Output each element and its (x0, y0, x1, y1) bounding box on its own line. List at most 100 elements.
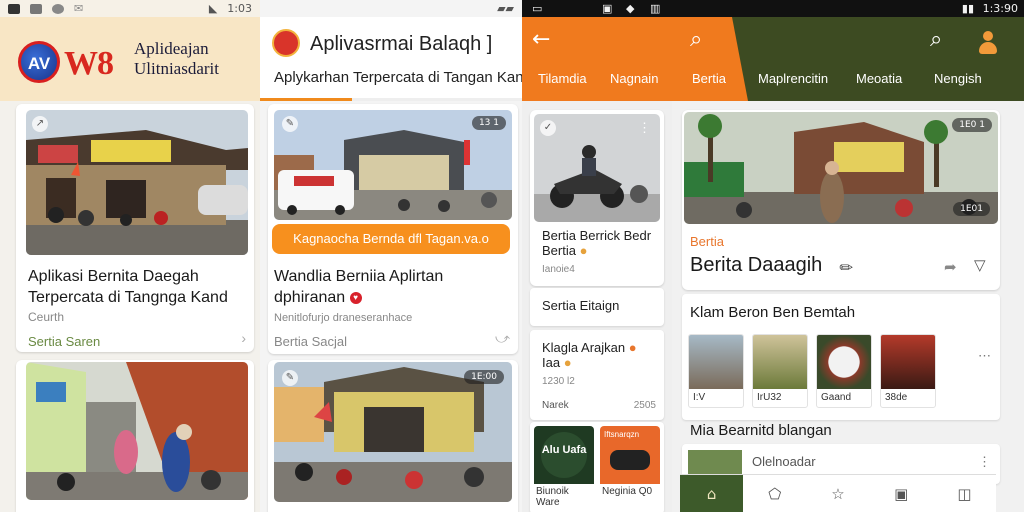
item3-title: Klagla Arajkan (542, 340, 626, 355)
more-options-icon[interactable]: ⋯ (978, 348, 992, 364)
promo-button[interactable]: Kagnaocha Bernda dfl Tagan.va.o (272, 224, 510, 254)
tile-1-caption: Biunoik Ware (536, 486, 569, 508)
status-bar-3: ▭ ▣ ◆ ▥ ▮▮ 1:3:90 (522, 0, 1024, 17)
app-header-2: Aplivasrmai Balaqh ] Aplykarhan Terperca… (260, 17, 522, 101)
app-logo[interactable]: AV W8 (8, 31, 126, 87)
more-options-icon[interactable]: ⋮ (638, 120, 652, 136)
tile-1[interactable]: Alu Uafa Biunoik Ware (534, 426, 594, 510)
heart-icon[interactable]: ♥ (349, 291, 362, 304)
featured-card[interactable]: ✎ 13 1 Kagnaocha Bernda dfl Tagan.va.o W… (268, 104, 518, 354)
news-thumbnail-2[interactable] (26, 362, 248, 500)
app-title-2: Aplivasrmai Balaqh ] (310, 33, 493, 55)
grid-item-1[interactable]: I:V (688, 334, 744, 408)
grid-item-4[interactable]: 38de (880, 334, 936, 408)
app-icon: ✉ (74, 2, 84, 15)
article-headline[interactable]: Berita Daaagih (690, 254, 822, 277)
news-card-3[interactable]: ✎ 1E:00 (268, 360, 518, 512)
list-card-1[interactable]: ✓ ⋮ Bertia Berrick Bedr Bertia ● Ianoie4 (530, 110, 664, 286)
logo-monogram: AV (27, 54, 51, 73)
share-icon[interactable]: ⤻ (495, 330, 510, 347)
check-icon[interactable]: ✓ (540, 120, 556, 136)
tile-2-object (610, 450, 650, 470)
chevron-down-icon[interactable]: ▽ (974, 256, 986, 274)
tile-2[interactable]: Iftsnarqzn Neginia Q0 (600, 426, 660, 510)
app-title-line2: Ulitniasdarit (134, 59, 219, 78)
featured-thumbnail[interactable]: ✎ 13 1 (274, 110, 512, 220)
list-item-meta-3: 1230 l2 (542, 376, 575, 387)
gallery-icon (30, 3, 42, 14)
list-card-3[interactable]: Klagla Arajkan ● Iaa ● 1230 l2 Narek 250… (530, 330, 664, 420)
headline-line1: Wandlia Berniia Aplirtan (274, 268, 444, 285)
app-logo-2[interactable] (272, 29, 300, 57)
tab-nengish[interactable]: Nengish (934, 71, 982, 86)
search-icon[interactable]: ⌕ (690, 27, 702, 52)
status-bar-2: ▰▰ (260, 0, 522, 17)
section-title: Klam Beron Ben Bemtah (690, 304, 856, 321)
gallery-icon-2: ▣ (602, 2, 613, 15)
motorbike-thumbnail[interactable]: ✓ ⋮ (534, 114, 660, 222)
share-icon[interactable]: ➦ (944, 258, 957, 276)
list-card-2[interactable]: Sertia Eitaign (530, 288, 664, 326)
pencil-icon[interactable]: ✎ (835, 256, 859, 280)
nav-orange-bg (522, 17, 748, 101)
profile-icon[interactable] (978, 31, 998, 55)
article-card[interactable]: 1E0 1 1E01 Bertia Berita Daaagih ✎ ➦ ▽ (682, 110, 1000, 290)
tab-meoatia[interactable]: Meoatia (856, 71, 902, 86)
news-category[interactable]: Sertia Saren (28, 334, 100, 349)
tile-row: Alu Uafa Biunoik Ware Iftsnarqzn Neginia… (530, 422, 664, 512)
nav-home-icon[interactable]: ⌂ (680, 475, 744, 512)
nav-profile-icon[interactable]: ◫ (933, 475, 996, 512)
screen: ✉ ◣ 1:03 AV W8 Aplideajan Ulitniasdarit (0, 0, 1024, 512)
grid-item-3[interactable]: Gaand (816, 334, 872, 408)
grid-item-2[interactable]: IrU32 (752, 334, 808, 408)
list-item-title[interactable]: Bertia Berrick Bedr Bertia ● (542, 228, 662, 258)
app-header: AV W8 Aplideajan Ulitniasdarit (0, 17, 260, 101)
item-title-line1: Bertia Berrick Bedr (542, 228, 652, 243)
app-panel-2: ▰▰ Aplivasrmai Balaqh ] Aplykarhan Terpe… (260, 0, 522, 512)
image-counter: 13 1 (471, 116, 506, 130)
grid-item-3-caption: Gaand (821, 392, 852, 403)
search-icon-2[interactable]: ⌕ (930, 27, 942, 52)
tab-tilamdia[interactable]: Tilamdia (538, 71, 587, 86)
featured-headline[interactable]: Wandlia Berniia Aplirtan dphiranan ♥ (274, 266, 510, 308)
tile-2-badge: Iftsnarqzn (604, 430, 640, 439)
tile-2-caption: Neginia Q0 (602, 486, 653, 497)
list-item-count-3: 2505 (633, 400, 656, 411)
app-subtitle: Aplykarhan Terpercata di Tangan Kand (274, 69, 522, 86)
edit-icon-2[interactable]: ✎ (282, 370, 298, 386)
wifi-icon-2: ◆ (626, 2, 635, 15)
chevron-right-icon[interactable]: › (241, 330, 246, 346)
headline-line2: dphiranan (274, 289, 346, 307)
news-thumbnail-3[interactable]: ✎ 1E:00 (274, 362, 512, 502)
list-item-title-3: Klagla Arajkan ● Iaa ● (542, 340, 660, 370)
emoji-icon: ● (579, 243, 588, 258)
bluetooth-icon: ▭ (532, 2, 543, 15)
news-thumbnail[interactable]: ↗ (26, 110, 248, 255)
bottom-navigation: ⌂ ⬠ ☆ ▣ ◫ (680, 474, 996, 512)
tab-maplrencitin[interactable]: Maplrencitin (758, 71, 828, 86)
headline-line2: Terpercata di Tangnga Kand (28, 289, 228, 307)
list-item-title-2: Sertia Eitaign (542, 298, 620, 313)
app-title-line1: Aplideajan (134, 38, 209, 58)
back-arrow-icon[interactable]: ← (532, 27, 550, 52)
edit-icon[interactable]: ✎ (282, 116, 298, 132)
nav-notifications-icon[interactable]: ▣ (870, 475, 933, 512)
app-panel-1: ✉ ◣ 1:03 AV W8 Aplideajan Ulitniasdarit (0, 0, 260, 512)
section-title-2: Mia Bearnitd blangan (690, 422, 832, 439)
featured-category[interactable]: Bertia Sacjal (274, 334, 347, 349)
article-category[interactable]: Bertia (690, 234, 724, 249)
news-headline[interactable]: Aplikasi Bernita Daegah Terpercata di Ta… (28, 266, 254, 308)
image-counter-2: 1E:00 (464, 370, 504, 384)
tab-bertia[interactable]: Bertia (692, 71, 726, 86)
share-icon[interactable]: ↗ (32, 116, 48, 132)
news-card[interactable]: ↗ Aplikasi Bernita Daegah Terpercata di … (16, 104, 254, 352)
nav-explore-icon[interactable]: ⬠ (743, 475, 806, 512)
status-time: 1:03 (227, 2, 252, 15)
article-hero-image[interactable]: 1E0 1 1E01 (684, 112, 998, 224)
grid-item-4-caption: 38de (885, 392, 908, 403)
news-card-2[interactable] (16, 360, 254, 512)
more-options-icon-2[interactable]: ⋮ (978, 454, 992, 470)
nav-bookmark-icon[interactable]: ☆ (806, 475, 869, 512)
grid-item-2-caption: IrU32 (757, 392, 782, 403)
tab-nagnain[interactable]: Nagnain (610, 71, 658, 86)
